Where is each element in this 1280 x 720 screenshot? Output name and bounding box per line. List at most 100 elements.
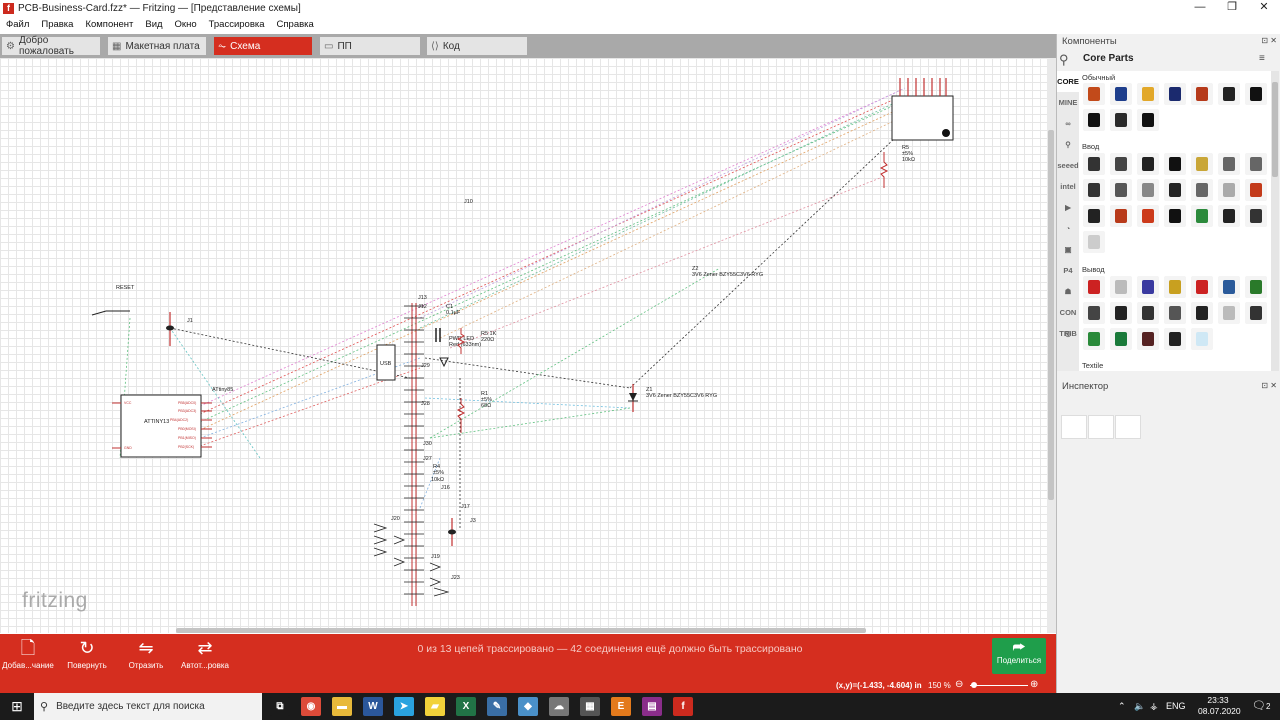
- part-icon[interactable]: [1164, 153, 1186, 175]
- app-gray-icon[interactable]: ☁: [549, 697, 569, 716]
- part-icon[interactable]: [1110, 302, 1132, 324]
- bin-tab[interactable]: ▣: [1057, 239, 1079, 260]
- network-icon[interactable]: ⚶: [1150, 701, 1158, 712]
- taskbar-clock[interactable]: 23:33 08.07.2020: [1198, 695, 1241, 717]
- tab-breadboard[interactable]: ▦ Макетная плата: [108, 37, 206, 55]
- zoom-slider-handle[interactable]: [971, 682, 977, 688]
- routing-status[interactable]: 0 из 13 цепей трассировано — 42 соединен…: [390, 643, 830, 655]
- bin-tab[interactable]: seeed: [1057, 155, 1079, 176]
- part-icon[interactable]: [1083, 205, 1105, 227]
- part-icon[interactable]: [1218, 153, 1240, 175]
- canvas-horizontal-scroll-thumb[interactable]: [176, 628, 866, 633]
- menu-routing[interactable]: Трассировка: [203, 19, 271, 30]
- part-icon[interactable]: [1083, 231, 1105, 253]
- reset-switch[interactable]: [91, 310, 107, 316]
- chevron-up-icon[interactable]: ⌃: [1118, 701, 1126, 712]
- bin-menu-icon[interactable]: ≡: [1259, 53, 1265, 64]
- part-icon[interactable]: [1191, 302, 1213, 324]
- menu-part[interactable]: Компонент: [79, 19, 139, 30]
- part-icon[interactable]: [1164, 302, 1186, 324]
- part-icon[interactable]: [1191, 179, 1213, 201]
- zoom-in-icon[interactable]: ⊕: [1030, 679, 1038, 690]
- part-icon[interactable]: [1245, 302, 1267, 324]
- part-icon[interactable]: [1137, 179, 1159, 201]
- menu-edit[interactable]: Правка: [35, 19, 79, 30]
- bin-tab[interactable]: intel: [1057, 176, 1079, 197]
- search-icon[interactable]: ⚲: [1059, 52, 1079, 68]
- minimize-button[interactable]: —: [1184, 0, 1216, 16]
- calculator-icon[interactable]: ▦: [580, 697, 600, 716]
- r5-resistor[interactable]: [879, 152, 889, 188]
- close-button[interactable]: ✕: [1248, 0, 1280, 16]
- bin-tab[interactable]: ⚲: [1057, 134, 1079, 155]
- flip-button[interactable]: ⇋ Отразить: [120, 638, 172, 670]
- bin-tab[interactable]: CORE: [1057, 71, 1079, 92]
- part-icon[interactable]: [1218, 179, 1240, 201]
- part-icon[interactable]: [1110, 205, 1132, 227]
- part-icon[interactable]: [1137, 83, 1159, 105]
- part-icon[interactable]: [1083, 276, 1105, 298]
- z1-zener-diode[interactable]: [629, 393, 637, 401]
- windows-start-icon[interactable]: ⊞: [0, 693, 34, 720]
- part-icon[interactable]: [1245, 276, 1267, 298]
- autoroute-button[interactable]: ⇄ Автот...ровка: [179, 638, 231, 670]
- part-icon[interactable]: [1245, 179, 1267, 201]
- part-icon[interactable]: [1191, 205, 1213, 227]
- chrome-icon[interactable]: ◉: [301, 697, 321, 716]
- excel-icon[interactable]: X: [456, 697, 476, 716]
- part-icon[interactable]: [1245, 83, 1267, 105]
- bin-tab[interactable]: ∞: [1057, 113, 1079, 134]
- part-icon[interactable]: [1137, 205, 1159, 227]
- taskbar-search-box[interactable]: ⚲ Введите здесь текст для поиска: [34, 693, 262, 720]
- rotate-button[interactable]: ↻ Повернуть: [61, 638, 113, 670]
- part-icon[interactable]: [1164, 276, 1186, 298]
- winrar-icon[interactable]: ▤: [642, 697, 662, 716]
- tab-schematic[interactable]: ⏦ Схема: [214, 37, 312, 55]
- tab-welcome[interactable]: ⚙ Добро пожаловать: [2, 35, 100, 57]
- part-icon[interactable]: [1191, 328, 1213, 350]
- part-icon[interactable]: [1110, 83, 1132, 105]
- j3-connector[interactable]: [448, 529, 456, 535]
- part-icon[interactable]: [1137, 302, 1159, 324]
- part-icon[interactable]: [1110, 328, 1132, 350]
- part-icon[interactable]: [1137, 328, 1159, 350]
- j1-connector[interactable]: [166, 325, 174, 331]
- telegram-icon[interactable]: ➤: [394, 697, 414, 716]
- explorer-icon[interactable]: ▬: [332, 697, 352, 716]
- menu-view[interactable]: Вид: [139, 19, 168, 30]
- maximize-button[interactable]: ❐: [1216, 0, 1248, 16]
- part-icon[interactable]: [1110, 109, 1132, 131]
- part-icon[interactable]: [1245, 153, 1267, 175]
- parts-scroll-thumb[interactable]: [1272, 82, 1278, 177]
- zoom-out-icon[interactable]: ⊖: [955, 679, 963, 690]
- add-note-button[interactable]: 🗋 Добав...чание: [2, 638, 54, 670]
- zoom-slider[interactable]: [970, 685, 1028, 686]
- menu-window[interactable]: Окно: [169, 19, 203, 30]
- schematic-drawing[interactable]: RESET J1 J10 ATtiny85 ATTINY13 PB5(ADC0): [0, 58, 1047, 633]
- bin-tab[interactable]: CON TRIB: [1057, 302, 1079, 338]
- part-icon[interactable]: [1191, 276, 1213, 298]
- menu-file[interactable]: Файл: [0, 19, 35, 30]
- canvas-vertical-scroll-thumb[interactable]: [1048, 130, 1054, 500]
- header-pins[interactable]: [411, 303, 417, 606]
- inspector-controls[interactable]: ⊡ ✕: [1261, 381, 1277, 390]
- part-icon[interactable]: [1218, 276, 1240, 298]
- share-button[interactable]: ⮫ Поделиться: [992, 638, 1046, 674]
- r1-resistor[interactable]: [456, 398, 466, 433]
- volume-icon[interactable]: 🔈: [1134, 701, 1145, 712]
- bin-tab[interactable]: ☗: [1057, 281, 1079, 302]
- bin-tab[interactable]: ▶: [1057, 197, 1079, 218]
- pwr-led[interactable]: [439, 357, 449, 368]
- app-blue-icon[interactable]: ◆: [518, 697, 538, 716]
- part-icon[interactable]: [1245, 205, 1267, 227]
- part-icon[interactable]: [1083, 328, 1105, 350]
- part-icon[interactable]: [1110, 153, 1132, 175]
- part-icon[interactable]: [1164, 205, 1186, 227]
- part-icon[interactable]: [1137, 153, 1159, 175]
- notification-icon[interactable]: 🗨2: [1252, 699, 1270, 712]
- part-icon[interactable]: [1110, 179, 1132, 201]
- part-icon[interactable]: [1218, 83, 1240, 105]
- tab-pcb[interactable]: ▭ ПП: [320, 37, 420, 55]
- part-icon[interactable]: [1110, 276, 1132, 298]
- part-icon[interactable]: [1137, 109, 1159, 131]
